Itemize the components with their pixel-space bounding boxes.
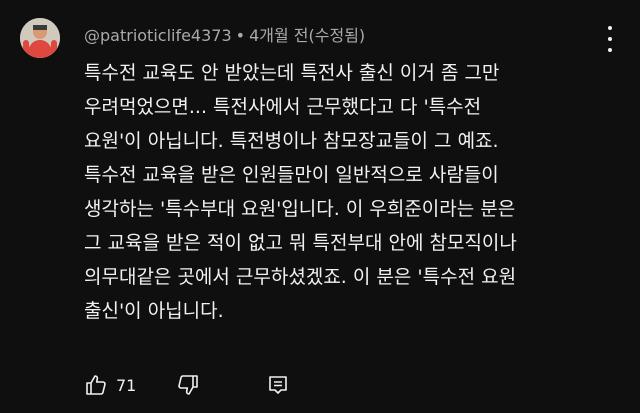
comment-text: 특수전 교육도 안 받았는데 특전사 출신 이거 좀 그만 우려먹었으면... …	[84, 56, 604, 328]
comment-line: 의무대같은 곳에서 근무하셨겠죠. 이 분은 '특수전 요원	[84, 266, 517, 288]
author-handle[interactable]: @patrioticlife4373	[84, 26, 232, 45]
more-vert-icon-dot	[608, 37, 612, 41]
comment-time[interactable]: 4개월 전(수정됨)	[249, 26, 365, 45]
comment-actions: 71	[84, 370, 290, 400]
dislike-button[interactable]	[176, 373, 200, 397]
reply-button[interactable]	[266, 373, 290, 397]
thumbs-down-icon	[178, 375, 199, 395]
comment-line: 특수전 교육도 안 받았는데 특전사 출신 이거 좀 그만	[84, 62, 500, 84]
header-separator: •	[235, 26, 246, 45]
more-vert-icon	[608, 26, 612, 30]
comment-line: 그 교육을 받은 적이 없고 뭐 특전부대 안에 참모직이나	[84, 232, 517, 254]
comment-line: 생각하는 '특수부대 요원'입니다. 이 우희준이라는 분은	[84, 198, 516, 220]
avatar-image	[20, 18, 60, 58]
comment-line: 특수전 교육을 받은 인원들만이 일반적으로 사람들이	[84, 164, 499, 186]
more-options-button[interactable]	[606, 26, 614, 52]
comment-line: 출신'이 아닙니다.	[84, 300, 224, 322]
comment-header: @patrioticlife4373 • 4개월 전(수정됨)	[84, 22, 365, 46]
avatar[interactable]	[20, 18, 60, 58]
thumbs-up-icon	[86, 375, 106, 395]
comment-line: 우려먹었으면... 특전사에서 근무했다고 다 '특수전	[84, 96, 482, 118]
like-count: 71	[116, 375, 137, 395]
like-button[interactable]: 71	[84, 373, 136, 397]
comment-line: 요원'이 아닙니다. 특전병이나 참모장교들이 그 예죠.	[84, 130, 499, 152]
reply-comment-icon	[269, 376, 288, 394]
more-vert-icon-dot	[608, 48, 612, 52]
